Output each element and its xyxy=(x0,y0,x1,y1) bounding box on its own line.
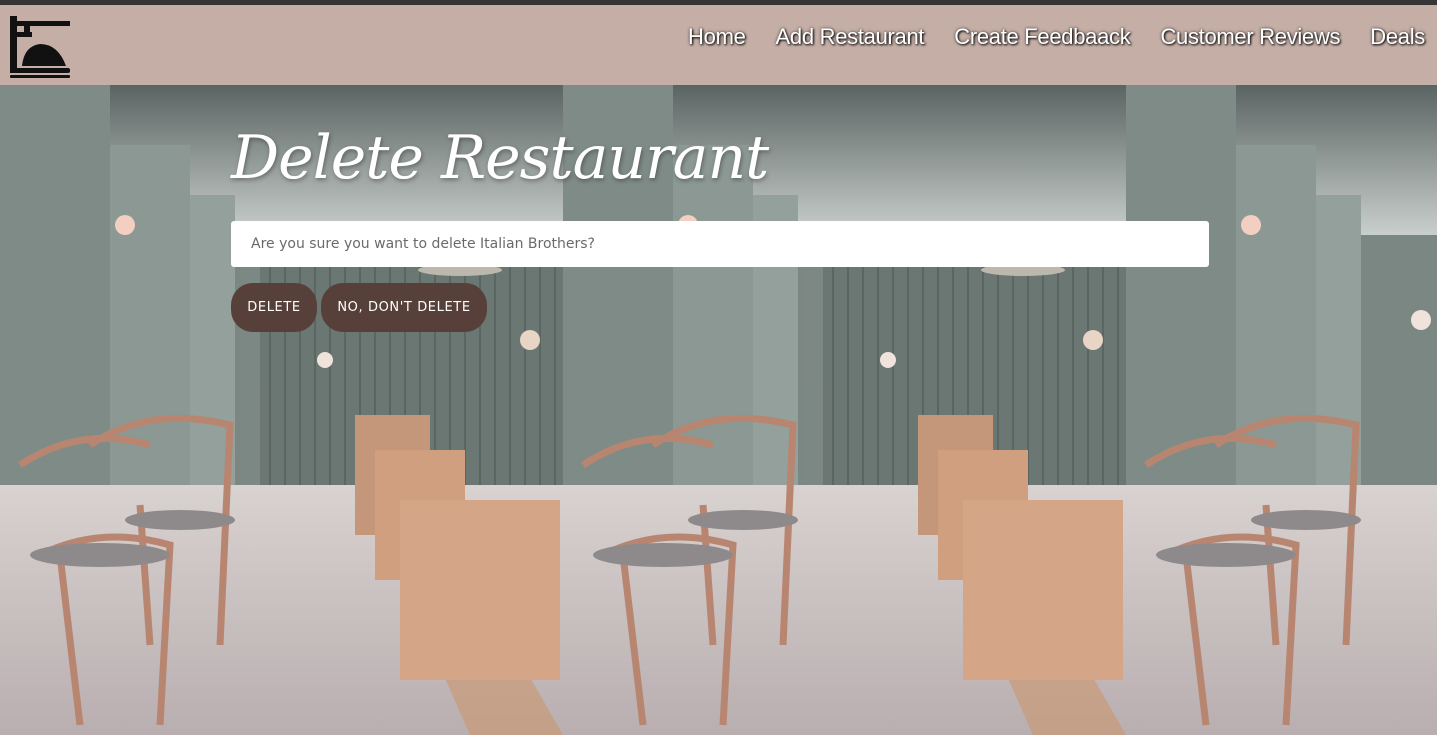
nav-create-feedback-link[interactable]: Create Feedbaack xyxy=(954,24,1131,50)
cancel-delete-button[interactable]: NO, DON'T DELETE xyxy=(321,283,487,332)
nav-links: Home Add Restaurant Create Feedbaack Cus… xyxy=(688,24,1425,50)
confirm-message: Are you sure you want to delete Italian … xyxy=(231,221,1209,267)
background-tile xyxy=(1126,85,1437,735)
nav-home-link[interactable]: Home xyxy=(688,24,746,50)
nav-customer-reviews-link[interactable]: Customer Reviews xyxy=(1160,24,1340,50)
page-title: Delete Restaurant xyxy=(231,123,769,193)
nav-deals-link[interactable]: Deals xyxy=(1370,24,1425,50)
nav-add-restaurant-link[interactable]: Add Restaurant xyxy=(776,24,925,50)
delete-button[interactable]: DELETE xyxy=(231,283,317,332)
restaurant-logo-icon[interactable] xyxy=(8,16,72,78)
navbar: Home Add Restaurant Create Feedbaack Cus… xyxy=(0,5,1437,85)
